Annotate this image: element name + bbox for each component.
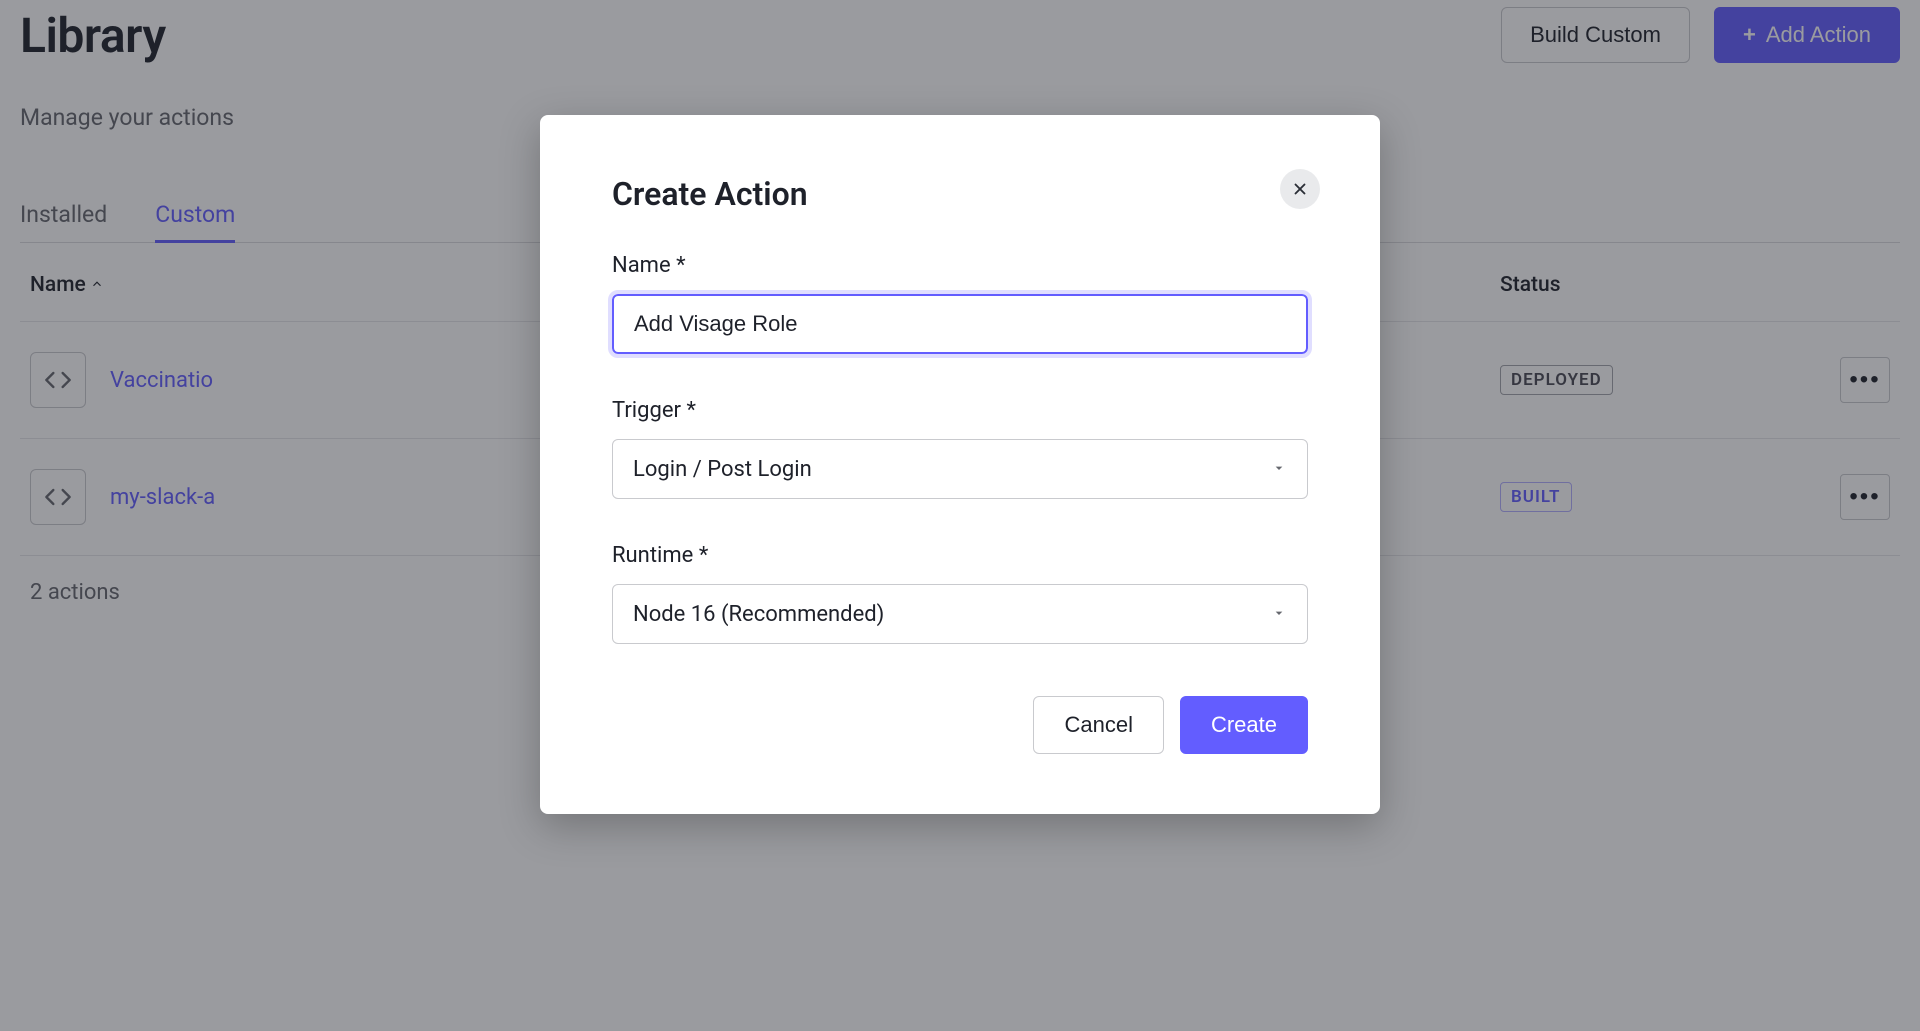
runtime-select-value: Node 16 (Recommended): [633, 602, 884, 627]
trigger-select[interactable]: Login / Post Login: [612, 439, 1308, 499]
trigger-label-text: Trigger: [612, 398, 681, 423]
close-icon: [1291, 180, 1309, 198]
trigger-select-value: Login / Post Login: [633, 457, 812, 482]
required-mark: *: [699, 543, 708, 568]
modal-backdrop[interactable]: Create Action Name * Trigger * Login / P…: [0, 0, 1920, 1031]
chevron-down-icon: [1271, 457, 1287, 482]
name-input[interactable]: [612, 294, 1308, 354]
create-action-modal: Create Action Name * Trigger * Login / P…: [540, 115, 1380, 814]
trigger-label: Trigger *: [612, 398, 1308, 423]
field-name: Name *: [612, 253, 1308, 354]
runtime-label: Runtime *: [612, 543, 1308, 568]
modal-footer: Cancel Create: [612, 696, 1308, 754]
cancel-button[interactable]: Cancel: [1033, 696, 1163, 754]
create-button[interactable]: Create: [1180, 696, 1308, 754]
field-runtime: Runtime * Node 16 (Recommended): [612, 543, 1308, 644]
name-label: Name *: [612, 253, 1308, 278]
runtime-label-text: Runtime: [612, 543, 693, 568]
close-button[interactable]: [1280, 169, 1320, 209]
required-mark: *: [676, 253, 685, 278]
required-mark: *: [686, 398, 695, 423]
modal-title: Create Action: [612, 175, 1308, 213]
chevron-down-icon: [1271, 602, 1287, 627]
name-label-text: Name: [612, 253, 671, 278]
field-trigger: Trigger * Login / Post Login: [612, 398, 1308, 499]
runtime-select[interactable]: Node 16 (Recommended): [612, 584, 1308, 644]
